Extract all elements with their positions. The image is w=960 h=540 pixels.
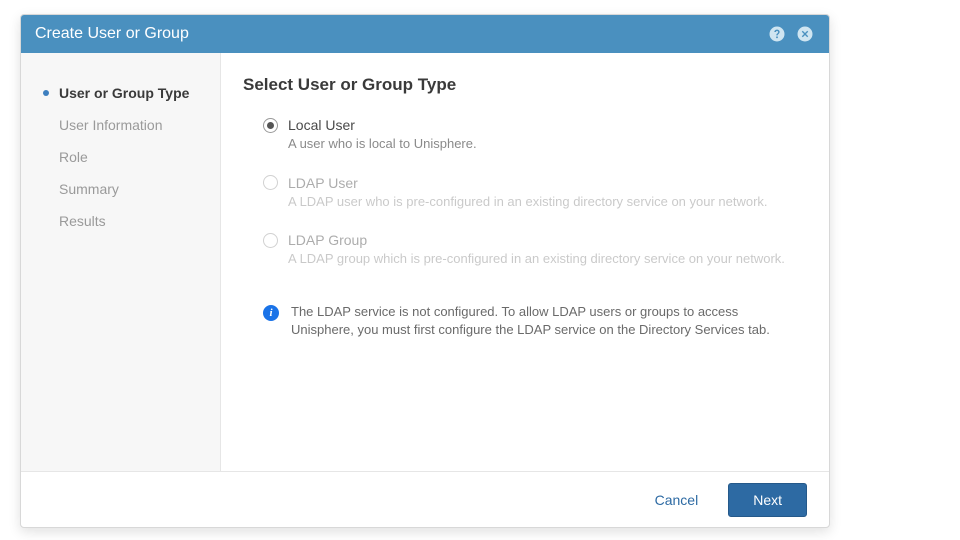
create-user-dialog: Create User or Group User or Group Type … — [20, 14, 830, 528]
step-label: Results — [59, 213, 106, 229]
content-title: Select User or Group Type — [243, 75, 801, 95]
step-label: User Information — [59, 117, 162, 133]
wizard-content: Select User or Group Type Local User A u… — [221, 53, 829, 471]
option-label: Local User — [288, 117, 355, 133]
option-local-user[interactable]: Local User A user who is local to Unisph… — [263, 117, 801, 153]
step-dot-icon — [43, 154, 49, 160]
close-icon[interactable] — [795, 24, 815, 44]
step-user-or-group-type[interactable]: User or Group Type — [21, 77, 220, 109]
dialog-body: User or Group Type User Information Role… — [21, 53, 829, 471]
dialog-footer: Cancel Next — [21, 471, 829, 527]
info-icon: i — [263, 305, 279, 321]
ldap-info-message: i The LDAP service is not configured. To… — [263, 303, 801, 339]
help-icon[interactable] — [767, 24, 787, 44]
option-description: A LDAP user who is pre-configured in an … — [288, 193, 788, 211]
step-dot-icon — [43, 122, 49, 128]
step-dot-icon — [43, 186, 49, 192]
step-results[interactable]: Results — [21, 205, 220, 237]
cancel-button[interactable]: Cancel — [641, 484, 713, 516]
info-text: The LDAP service is not configured. To a… — [291, 303, 771, 339]
step-label: User or Group Type — [59, 85, 189, 101]
step-summary[interactable]: Summary — [21, 173, 220, 205]
radio-icon[interactable] — [263, 118, 278, 133]
step-user-information[interactable]: User Information — [21, 109, 220, 141]
step-dot-icon — [43, 218, 49, 224]
option-description: A user who is local to Unisphere. — [288, 135, 788, 153]
step-label: Summary — [59, 181, 119, 197]
option-label: LDAP Group — [288, 232, 367, 248]
radio-icon — [263, 175, 278, 190]
dialog-title: Create User or Group — [35, 25, 759, 43]
radio-icon — [263, 233, 278, 248]
wizard-steps: User or Group Type User Information Role… — [21, 53, 221, 471]
option-description: A LDAP group which is pre-configured in … — [288, 250, 788, 268]
dialog-header: Create User or Group — [21, 15, 829, 53]
next-button[interactable]: Next — [728, 483, 807, 517]
option-ldap-user: LDAP User A LDAP user who is pre-configu… — [263, 175, 801, 211]
step-dot-icon — [43, 90, 49, 96]
option-ldap-group: LDAP Group A LDAP group which is pre-con… — [263, 232, 801, 268]
option-label: LDAP User — [288, 175, 358, 191]
step-role[interactable]: Role — [21, 141, 220, 173]
step-label: Role — [59, 149, 88, 165]
